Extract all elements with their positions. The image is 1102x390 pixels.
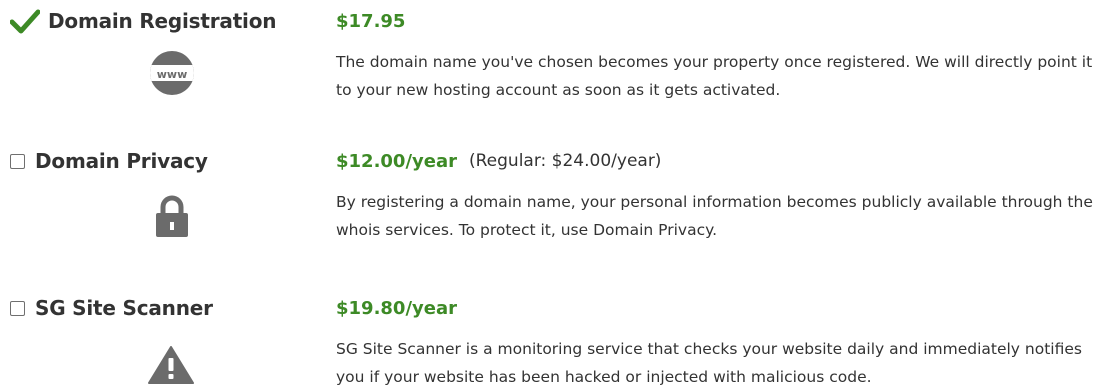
domain-registration-title: Domain Registration [48,9,277,33]
domain-registration-price: $17.95 [336,10,406,32]
site-scanner-description: SG Site Scanner is a monitoring service … [336,340,1082,386]
extra-domain-registration-title-line: Domain Registration [10,8,276,34]
domain-registration-price-line: $17.95 [336,8,1096,34]
site-scanner-price: $19.80/year [336,297,457,319]
domain-privacy-checkbox[interactable] [10,153,25,169]
extra-site-scanner-title-line: SG Site Scanner [10,295,213,321]
domain-privacy-description: By registering a domain name, your perso… [336,193,1093,239]
domain-registration-description: The domain name you've chosen becomes yo… [336,53,1093,99]
domain-privacy-price: $12.00/year [336,150,457,172]
extra-domain-privacy-details: $12.00/year (Regular: $24.00/year) By re… [336,148,1096,244]
lock-icon [156,195,188,237]
extra-domain-registration-details: $17.95 The domain name you've chosen bec… [336,8,1096,104]
warning-icon [148,346,194,384]
domain-privacy-price-line: $12.00/year (Regular: $24.00/year) [336,148,1096,174]
extra-site-scanner-details: $19.80/year SG Site Scanner is a monitor… [336,295,1096,390]
domain-privacy-title: Domain Privacy [35,149,208,173]
www-globe-icon: www [150,51,194,95]
site-scanner-title: SG Site Scanner [35,296,213,320]
hosting-extras-list: Domain Registration www $17.95 The domai… [0,0,1102,390]
checkmark-icon [10,9,40,34]
extra-domain-privacy-title-line: Domain Privacy [10,148,208,174]
site-scanner-checkbox[interactable] [10,300,25,316]
domain-privacy-regular-price: (Regular: $24.00/year) [469,151,662,171]
svg-text:www: www [157,68,188,81]
site-scanner-price-line: $19.80/year [336,295,1096,321]
